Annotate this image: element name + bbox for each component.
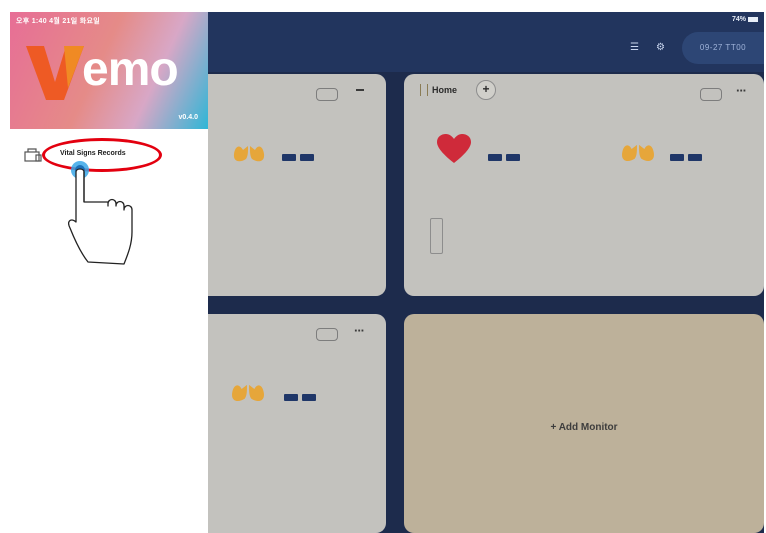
battery-icon (748, 16, 758, 22)
card-toggle[interactable] (700, 88, 722, 101)
logo-text: emo (82, 43, 179, 96)
card-minimize-icon[interactable] (356, 89, 364, 91)
tap-gesture-icon (68, 160, 152, 273)
records-icon[interactable] (24, 148, 42, 167)
app-window: 74% ☰ ⚙ 09-27 TT00 Home + ··· ··· + Add … (10, 12, 764, 533)
device-slot (430, 218, 443, 254)
add-monitor-label: Add Monitor (558, 422, 618, 433)
card-title: Home (432, 85, 458, 95)
more-icon[interactable]: ··· (354, 323, 365, 338)
sidebar: 오후 1:40 4월 21일 화요일 emo v0.4.0 Vital Sign… (10, 12, 208, 533)
app-header: 74% ☰ ⚙ 09-27 TT00 (208, 12, 764, 72)
card-toggle[interactable] (316, 328, 338, 341)
add-icon[interactable]: + (476, 80, 496, 100)
drag-handle-icon[interactable] (420, 84, 428, 96)
list-icon[interactable]: ☰ (630, 43, 640, 53)
card-toggle[interactable] (316, 88, 338, 101)
battery-level: 74% (731, 16, 746, 23)
date-pill[interactable]: 09-27 TT00 (682, 32, 764, 64)
monitor-card-home[interactable]: Home + ··· (404, 74, 764, 296)
lungs-icon (232, 134, 266, 164)
status-bar-right: 74% (732, 16, 758, 23)
app-version: v0.4.0 (178, 114, 198, 121)
brand-header: 오후 1:40 4월 21일 화요일 emo v0.4.0 (10, 12, 208, 129)
respiration-value (282, 148, 318, 166)
add-monitor-button[interactable]: + Add Monitor (404, 422, 764, 433)
heart-icon (436, 134, 472, 164)
lungs-icon (620, 132, 656, 164)
status-bar-time: 오후 1:40 4월 21일 화요일 (16, 18, 100, 25)
logo-v-icon (24, 44, 86, 107)
more-icon[interactable]: ··· (736, 83, 747, 98)
add-monitor-card[interactable]: + Add Monitor (404, 314, 764, 533)
lungs-icon (230, 372, 266, 404)
settings-icon[interactable]: ⚙ (656, 43, 666, 53)
heart-rate-value (488, 148, 524, 166)
respiration-value (670, 148, 706, 166)
respiration-value (284, 388, 320, 406)
